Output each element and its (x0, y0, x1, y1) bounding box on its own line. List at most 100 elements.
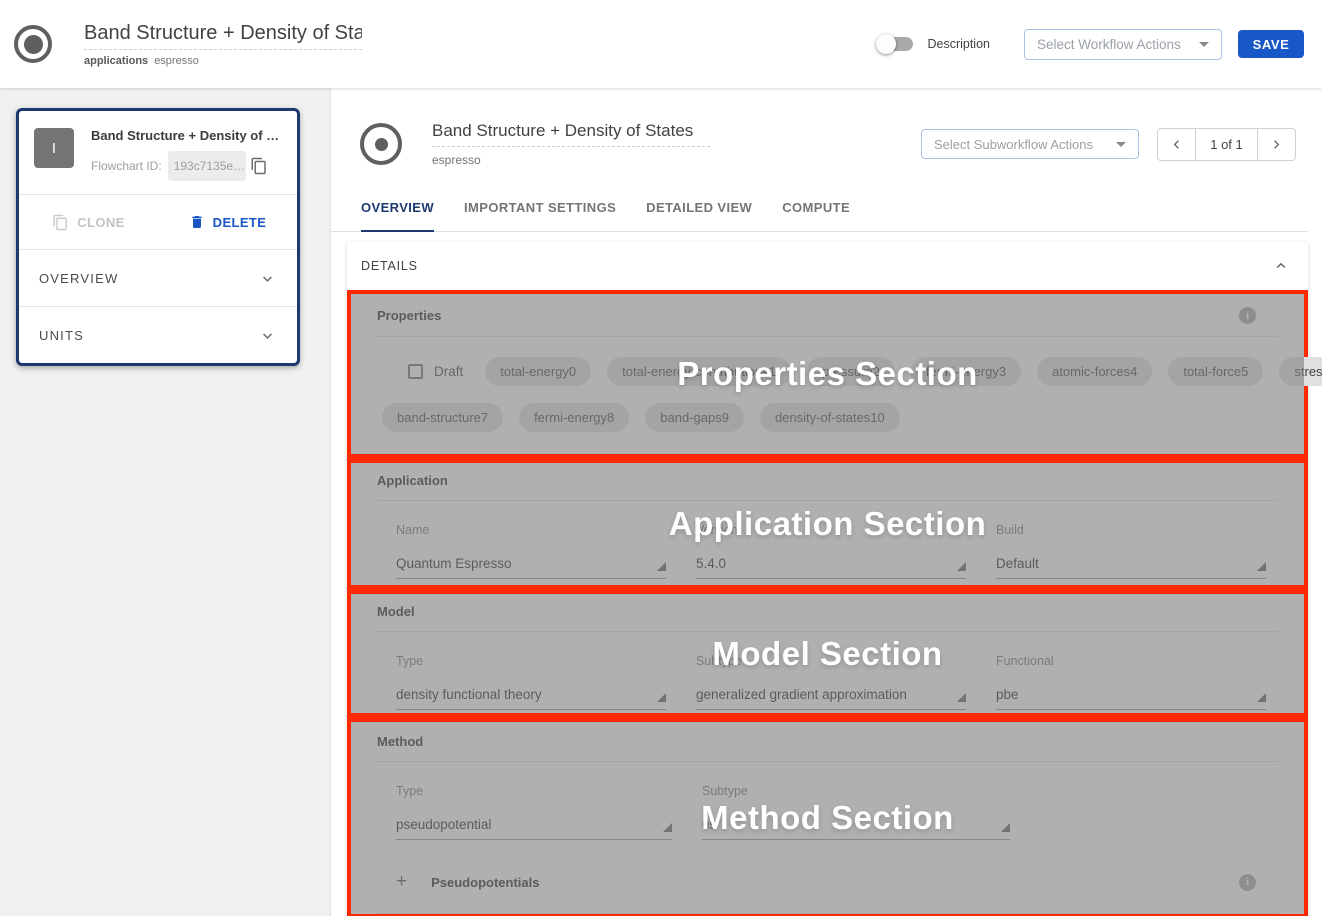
subworkflow-actions-select[interactable]: Select Subworkflow Actions (921, 129, 1139, 159)
description-toggle-label: Description (927, 37, 990, 51)
workflow-actions-label: Select Workflow Actions (1037, 37, 1181, 52)
model-heading: Model (377, 604, 415, 619)
property-chip[interactable]: pressure2 (807, 357, 895, 386)
sidebar-section-units[interactable]: UNITS (19, 307, 297, 363)
properties-chips-row-2: band-structure7 fermi-energy8 band-gaps9… (351, 403, 1304, 432)
model-functional-select[interactable]: Functional pbe (996, 654, 1266, 710)
subworkflow-subtitle: espresso (432, 153, 710, 167)
subworkflow-header: Band Structure + Density of States espre… (331, 121, 1322, 167)
subworkflow-pager: 1 of 1 (1157, 128, 1296, 161)
tab-overview[interactable]: OVERVIEW (361, 192, 434, 232)
application-heading: Application (377, 473, 448, 488)
unit-avatar: I (34, 128, 74, 168)
model-subtype-select[interactable]: Subtype generalized gradient approximati… (696, 654, 966, 710)
workflow-actions-select[interactable]: Select Workflow Actions (1024, 29, 1222, 60)
tab-bar: OVERVIEW IMPORTANT SETTINGS DETAILED VIE… (331, 192, 1308, 232)
dropdown-corner-icon (1001, 823, 1010, 832)
property-chip[interactable]: band-structure7 (382, 403, 503, 432)
dropdown-corner-icon (663, 823, 672, 832)
chevron-down-icon (258, 269, 277, 288)
application-name-select[interactable]: Name Quantum Espresso (396, 523, 666, 579)
chevron-down-icon (258, 326, 277, 345)
subworkflow-title-input[interactable]: Band Structure + Density of States (432, 121, 710, 147)
workflow-title-input[interactable]: Band Structure + Density of States (84, 22, 362, 50)
property-chip[interactable]: total-force5 (1168, 357, 1263, 386)
details-title: DETAILS (361, 259, 418, 273)
draft-checkbox-wrap[interactable]: Draft (408, 364, 463, 379)
pseudopotentials-row: + Pseudopotentials i (351, 871, 1304, 893)
chevron-up-icon (1272, 257, 1290, 275)
dropdown-corner-icon (657, 562, 666, 571)
left-panel: I Band Structure + Density of … Flowchar… (0, 88, 331, 916)
caret-down-icon (1199, 42, 1209, 47)
clone-button[interactable]: CLONE (19, 214, 158, 231)
trash-icon (189, 214, 205, 230)
sidebar-section-overview[interactable]: OVERVIEW (19, 250, 297, 306)
caret-down-icon (1116, 142, 1126, 147)
properties-section: Properties i Draft total-energy0 total-e… (347, 290, 1308, 459)
main-content: Band Structure + Density of States espre… (331, 88, 1322, 916)
info-icon[interactable]: i (1239, 307, 1256, 324)
unit-title: Band Structure + Density of … (91, 128, 286, 143)
method-type-select[interactable]: Type pseudopotential (396, 784, 672, 840)
pager-prev-button[interactable] (1157, 128, 1196, 161)
selected-unit-card: I Band Structure + Density of … Flowchar… (16, 108, 300, 366)
property-chip[interactable]: fermi-energy3 (911, 357, 1021, 386)
header-controls: Description Select Workflow Actions SAVE (879, 29, 1322, 60)
unit-card-actions: CLONE DELETE (19, 195, 297, 249)
subworkflow-actions-label: Select Subworkflow Actions (934, 137, 1093, 152)
dropdown-corner-icon (957, 693, 966, 702)
properties-heading: Properties (377, 308, 441, 323)
property-chip[interactable]: fermi-energy8 (519, 403, 629, 432)
clone-icon (52, 214, 69, 231)
property-chip[interactable]: band-gaps9 (645, 403, 744, 432)
workflow-title-block: Band Structure + Density of States appli… (84, 22, 362, 67)
info-icon[interactable]: i (1239, 874, 1256, 891)
copy-flowchart-id-button[interactable] (246, 157, 268, 175)
pager-label: 1 of 1 (1195, 128, 1258, 161)
app-logo-icon (14, 25, 52, 63)
add-icon[interactable]: + (396, 871, 407, 893)
copy-icon (250, 157, 268, 175)
tab-important-settings[interactable]: IMPORTANT SETTINGS (464, 192, 616, 231)
tab-detailed-view[interactable]: DETAILED VIEW (646, 192, 752, 231)
property-chip[interactable]: density-of-states10 (760, 403, 900, 432)
application-version-select[interactable]: Version 5.4.0 (696, 523, 966, 579)
details-header[interactable]: DETAILS (347, 242, 1308, 290)
flowchart-id-input[interactable]: 193c7135e… (168, 151, 246, 181)
property-chip[interactable]: atomic-forces4 (1037, 357, 1152, 386)
property-chip[interactable]: stress-tensor6 (1279, 357, 1322, 386)
pager-next-button[interactable] (1257, 128, 1296, 161)
method-section: Method Type pseudopotential Subtype us +… (347, 718, 1308, 916)
model-section: Model Type density functional theory Sub… (347, 590, 1308, 718)
tab-compute[interactable]: COMPUTE (782, 192, 850, 231)
application-section: Application Name Quantum Espresso Versio… (347, 459, 1308, 590)
method-subtype-select[interactable]: Subtype us (702, 784, 1010, 840)
chevron-left-icon (1169, 137, 1184, 152)
properties-chips-row-1: Draft total-energy0 total-energy-contrib… (351, 357, 1304, 386)
property-chip[interactable]: total-energy0 (485, 357, 591, 386)
draft-checkbox[interactable] (408, 364, 423, 379)
breadcrumb: applications espresso (84, 55, 362, 67)
application-build-select[interactable]: Build Default (996, 523, 1266, 579)
page: Band Structure + Density of States appli… (0, 0, 1322, 916)
subworkflow-icon (360, 123, 402, 165)
dropdown-corner-icon (657, 693, 666, 702)
method-heading: Method (377, 734, 423, 749)
dropdown-corner-icon (1257, 693, 1266, 702)
breadcrumb-app: espresso (154, 55, 199, 67)
model-type-select[interactable]: Type density functional theory (396, 654, 666, 710)
dropdown-corner-icon (957, 562, 966, 571)
save-button[interactable]: SAVE (1238, 30, 1304, 58)
delete-button[interactable]: DELETE (158, 214, 297, 230)
flowchart-id-label: Flowchart ID: (91, 159, 162, 173)
chevron-right-icon (1269, 137, 1284, 152)
unit-card-header: I Band Structure + Density of … Flowchar… (19, 111, 297, 194)
breadcrumb-section: applications (84, 55, 148, 67)
dropdown-corner-icon (1257, 562, 1266, 571)
toggle-knob (876, 34, 896, 54)
draft-label: Draft (434, 364, 463, 379)
description-toggle[interactable] (879, 37, 913, 51)
property-chip[interactable]: total-energy-contributions1 (607, 357, 791, 386)
app-header: Band Structure + Density of States appli… (0, 0, 1322, 88)
